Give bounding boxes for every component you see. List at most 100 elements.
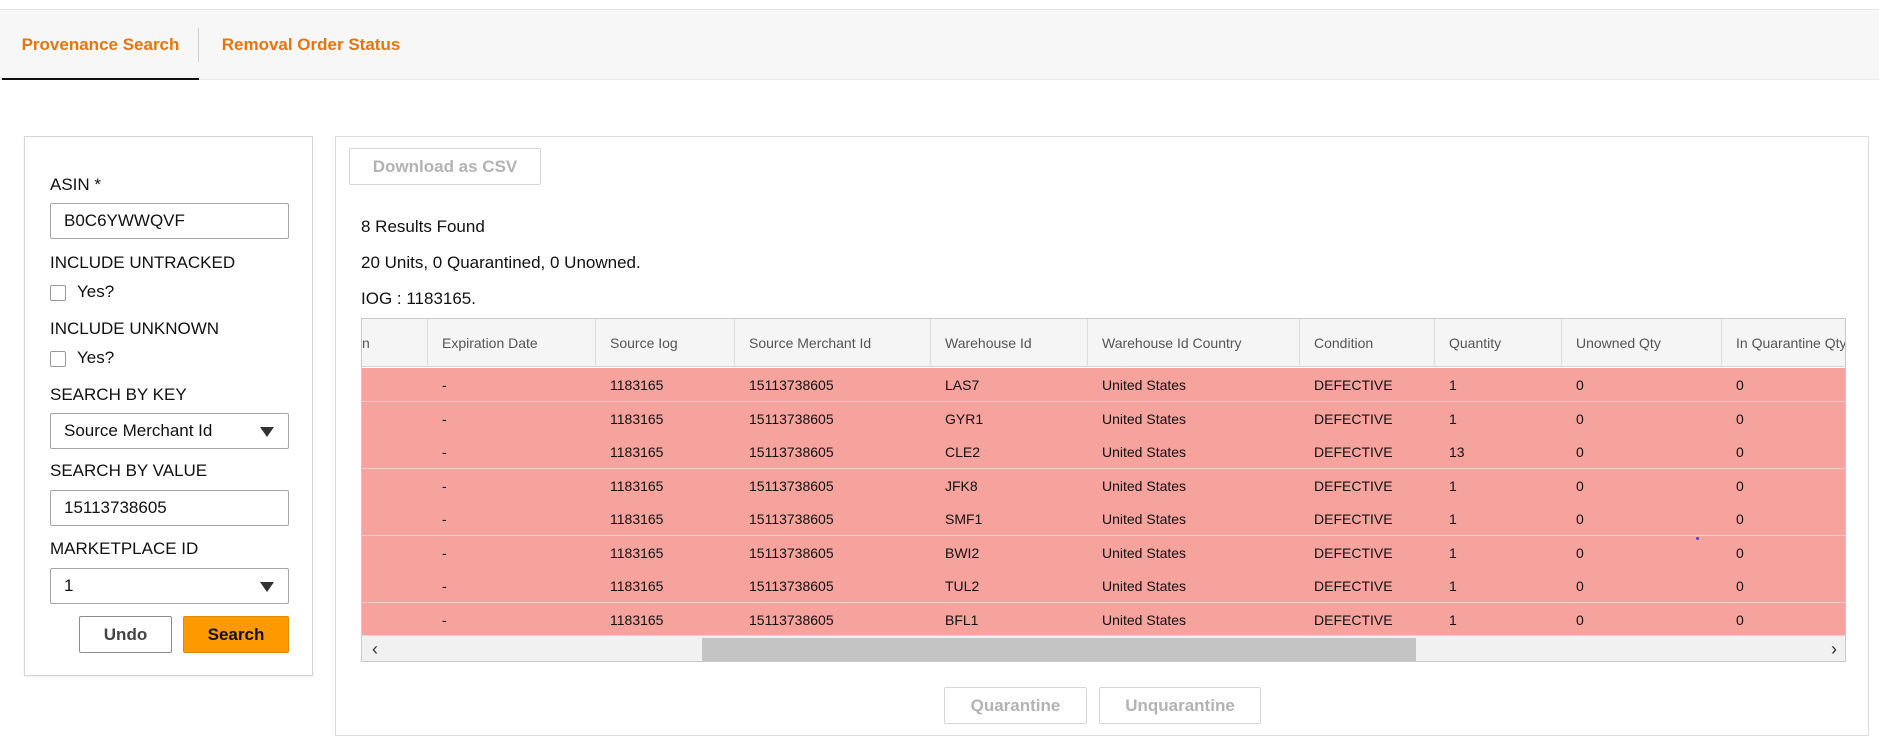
tab-bar: Provenance Search Removal Order Status: [0, 10, 1879, 80]
include-unknown-yes-label: Yes?: [77, 348, 115, 367]
search-by-value-label: SEARCH BY VALUE: [50, 461, 208, 480]
quarantine-button[interactable]: Quarantine: [944, 687, 1087, 724]
table-cell: [362, 435, 428, 469]
table-cell: 1183165: [610, 410, 664, 427]
table-cell: United States: [1102, 611, 1187, 628]
search-panel: ASIN * B0C6YWWQVF INCLUDE UNTRACKED Yes?…: [24, 136, 313, 676]
table-cell: -: [442, 611, 447, 628]
table-row[interactable]: - 1183165 15113738605 CLE2 United States DEFE…: [362, 435, 1845, 469]
results-panel: Download as CSV 8 Results Found 20 Units…: [335, 136, 1869, 736]
undo-button[interactable]: Undo: [79, 616, 172, 653]
table-cell: [362, 469, 428, 503]
table-cell: DEFECTIVE: [1314, 377, 1393, 393]
table-cell: 1: [1449, 477, 1457, 494]
column-header[interactable]: Warehouse Id: [931, 319, 1088, 367]
table-cell: 1: [1449, 578, 1457, 594]
table-cell: -: [442, 477, 447, 494]
include-untracked-checkbox[interactable]: [50, 285, 66, 301]
column-header[interactable]: n: [362, 319, 428, 367]
table-cell: 1183165: [610, 578, 664, 594]
table-cell: [362, 536, 428, 570]
table-cell: United States: [1102, 477, 1187, 494]
search-by-value-input[interactable]: 15113738605: [50, 490, 289, 526]
column-header[interactable]: In Quarantine Qty: [1722, 319, 1845, 367]
table-cell: 0: [1576, 578, 1584, 594]
tab-divider: [198, 28, 199, 62]
table-cell: 15113738605: [749, 511, 834, 527]
table-cell: 0: [1576, 444, 1584, 460]
column-header[interactable]: Source Merchant Id: [735, 319, 931, 367]
table-cell: [362, 502, 428, 536]
include-unknown-checkbox[interactable]: [50, 351, 66, 367]
table-row[interactable]: - 1183165 15113738605 BFL1 United States DEFE…: [362, 602, 1845, 637]
table-cell: 15113738605: [749, 544, 834, 561]
tab-removal-order-status[interactable]: Removal Order Status: [200, 10, 422, 80]
scrollbar-thumb[interactable]: [702, 638, 1416, 661]
table-row[interactable]: - 1183165 15113738605 BWI2 United States DEFE…: [362, 535, 1845, 570]
table-cell: DEFECTIVE: [1314, 477, 1393, 494]
table-cell: [362, 368, 428, 402]
table-cell: DEFECTIVE: [1314, 511, 1393, 527]
table-cell: 13: [1449, 444, 1465, 460]
table-cell: DEFECTIVE: [1314, 444, 1393, 460]
table-header: n Expiration Date Source Iog Source Merchan…: [362, 319, 1845, 367]
marketplace-id-select[interactable]: 1: [50, 568, 289, 604]
table-row[interactable]: - 1183165 15113738605 TUL2 United States DEFE…: [362, 569, 1845, 603]
table-cell: JFK8: [945, 477, 978, 494]
table-cell: 0: [1736, 578, 1744, 594]
table-cell: United States: [1102, 410, 1187, 427]
table-cell: 0: [1736, 544, 1744, 561]
table-cell: BFL1: [945, 611, 979, 628]
column-header[interactable]: Source Iog: [596, 319, 735, 367]
table-cell: [362, 402, 428, 436]
include-untracked-label: INCLUDE UNTRACKED: [50, 253, 236, 272]
table-cell: 0: [1736, 511, 1744, 527]
table-cell: [362, 569, 428, 603]
search-button[interactable]: Search: [183, 616, 289, 653]
marketplace-id-value: 1: [64, 576, 74, 595]
column-header[interactable]: Unowned Qty: [1562, 319, 1722, 367]
table-cell: 0: [1736, 410, 1744, 427]
table-cell: 1183165: [610, 611, 664, 628]
table-cell: DEFECTIVE: [1314, 544, 1393, 561]
column-header[interactable]: Quantity: [1435, 319, 1562, 367]
table-row[interactable]: - 1183165 15113738605 JFK8 United States DEFE…: [362, 468, 1845, 503]
column-header[interactable]: Condition: [1300, 319, 1435, 367]
table-cell: DEFECTIVE: [1314, 410, 1393, 427]
table-cell: United States: [1102, 544, 1187, 561]
column-header[interactable]: Warehouse Id Country: [1088, 319, 1300, 367]
chevron-left-icon[interactable]: ‹: [362, 636, 388, 661]
iog-summary: IOG : 1183165.: [361, 289, 476, 308]
download-csv-button[interactable]: Download as CSV: [349, 148, 541, 185]
table-cell: GYR1: [945, 410, 984, 427]
table-cell: 0: [1576, 544, 1584, 561]
chevron-right-icon[interactable]: ›: [1821, 636, 1845, 661]
table-cell: 15113738605: [749, 611, 834, 628]
table-cell: 15113738605: [749, 477, 834, 494]
table-cell: 1: [1449, 511, 1457, 527]
marketplace-id-label: MARKETPLACE ID: [50, 539, 199, 558]
asin-input[interactable]: B0C6YWWQVF: [50, 203, 289, 239]
table-row[interactable]: - 1183165 15113738605 LAS7 United States DEFE…: [362, 368, 1845, 402]
horizontal-scrollbar[interactable]: ‹ ›: [362, 635, 1845, 661]
table-cell: SMF1: [945, 511, 983, 527]
include-unknown-label: INCLUDE UNKNOWN: [50, 319, 220, 338]
search-by-key-select[interactable]: Source Merchant Id: [50, 413, 289, 449]
table-cell: -: [442, 544, 447, 561]
results-count: 8 Results Found: [361, 217, 485, 236]
table-cell: 0: [1576, 611, 1584, 628]
table-cell: -: [442, 578, 447, 594]
table-row[interactable]: - 1183165 15113738605 SMF1 United States DEFE…: [362, 502, 1845, 536]
table-cell: United States: [1102, 377, 1187, 393]
column-header[interactable]: Expiration Date: [428, 319, 596, 367]
table-cell: 1: [1449, 544, 1457, 561]
include-untracked-yes-label: Yes?: [77, 282, 115, 301]
unquarantine-button[interactable]: Unquarantine: [1099, 687, 1261, 724]
table-cell: 1183165: [610, 544, 664, 561]
table-cell: 1183165: [610, 511, 664, 527]
table-cell: 0: [1576, 377, 1584, 393]
table-cell: DEFECTIVE: [1314, 578, 1393, 594]
table-row[interactable]: - 1183165 15113738605 GYR1 United States DEFE…: [362, 401, 1845, 436]
table-cell: 0: [1576, 511, 1584, 527]
tab-provenance-search[interactable]: Provenance Search: [2, 10, 199, 80]
